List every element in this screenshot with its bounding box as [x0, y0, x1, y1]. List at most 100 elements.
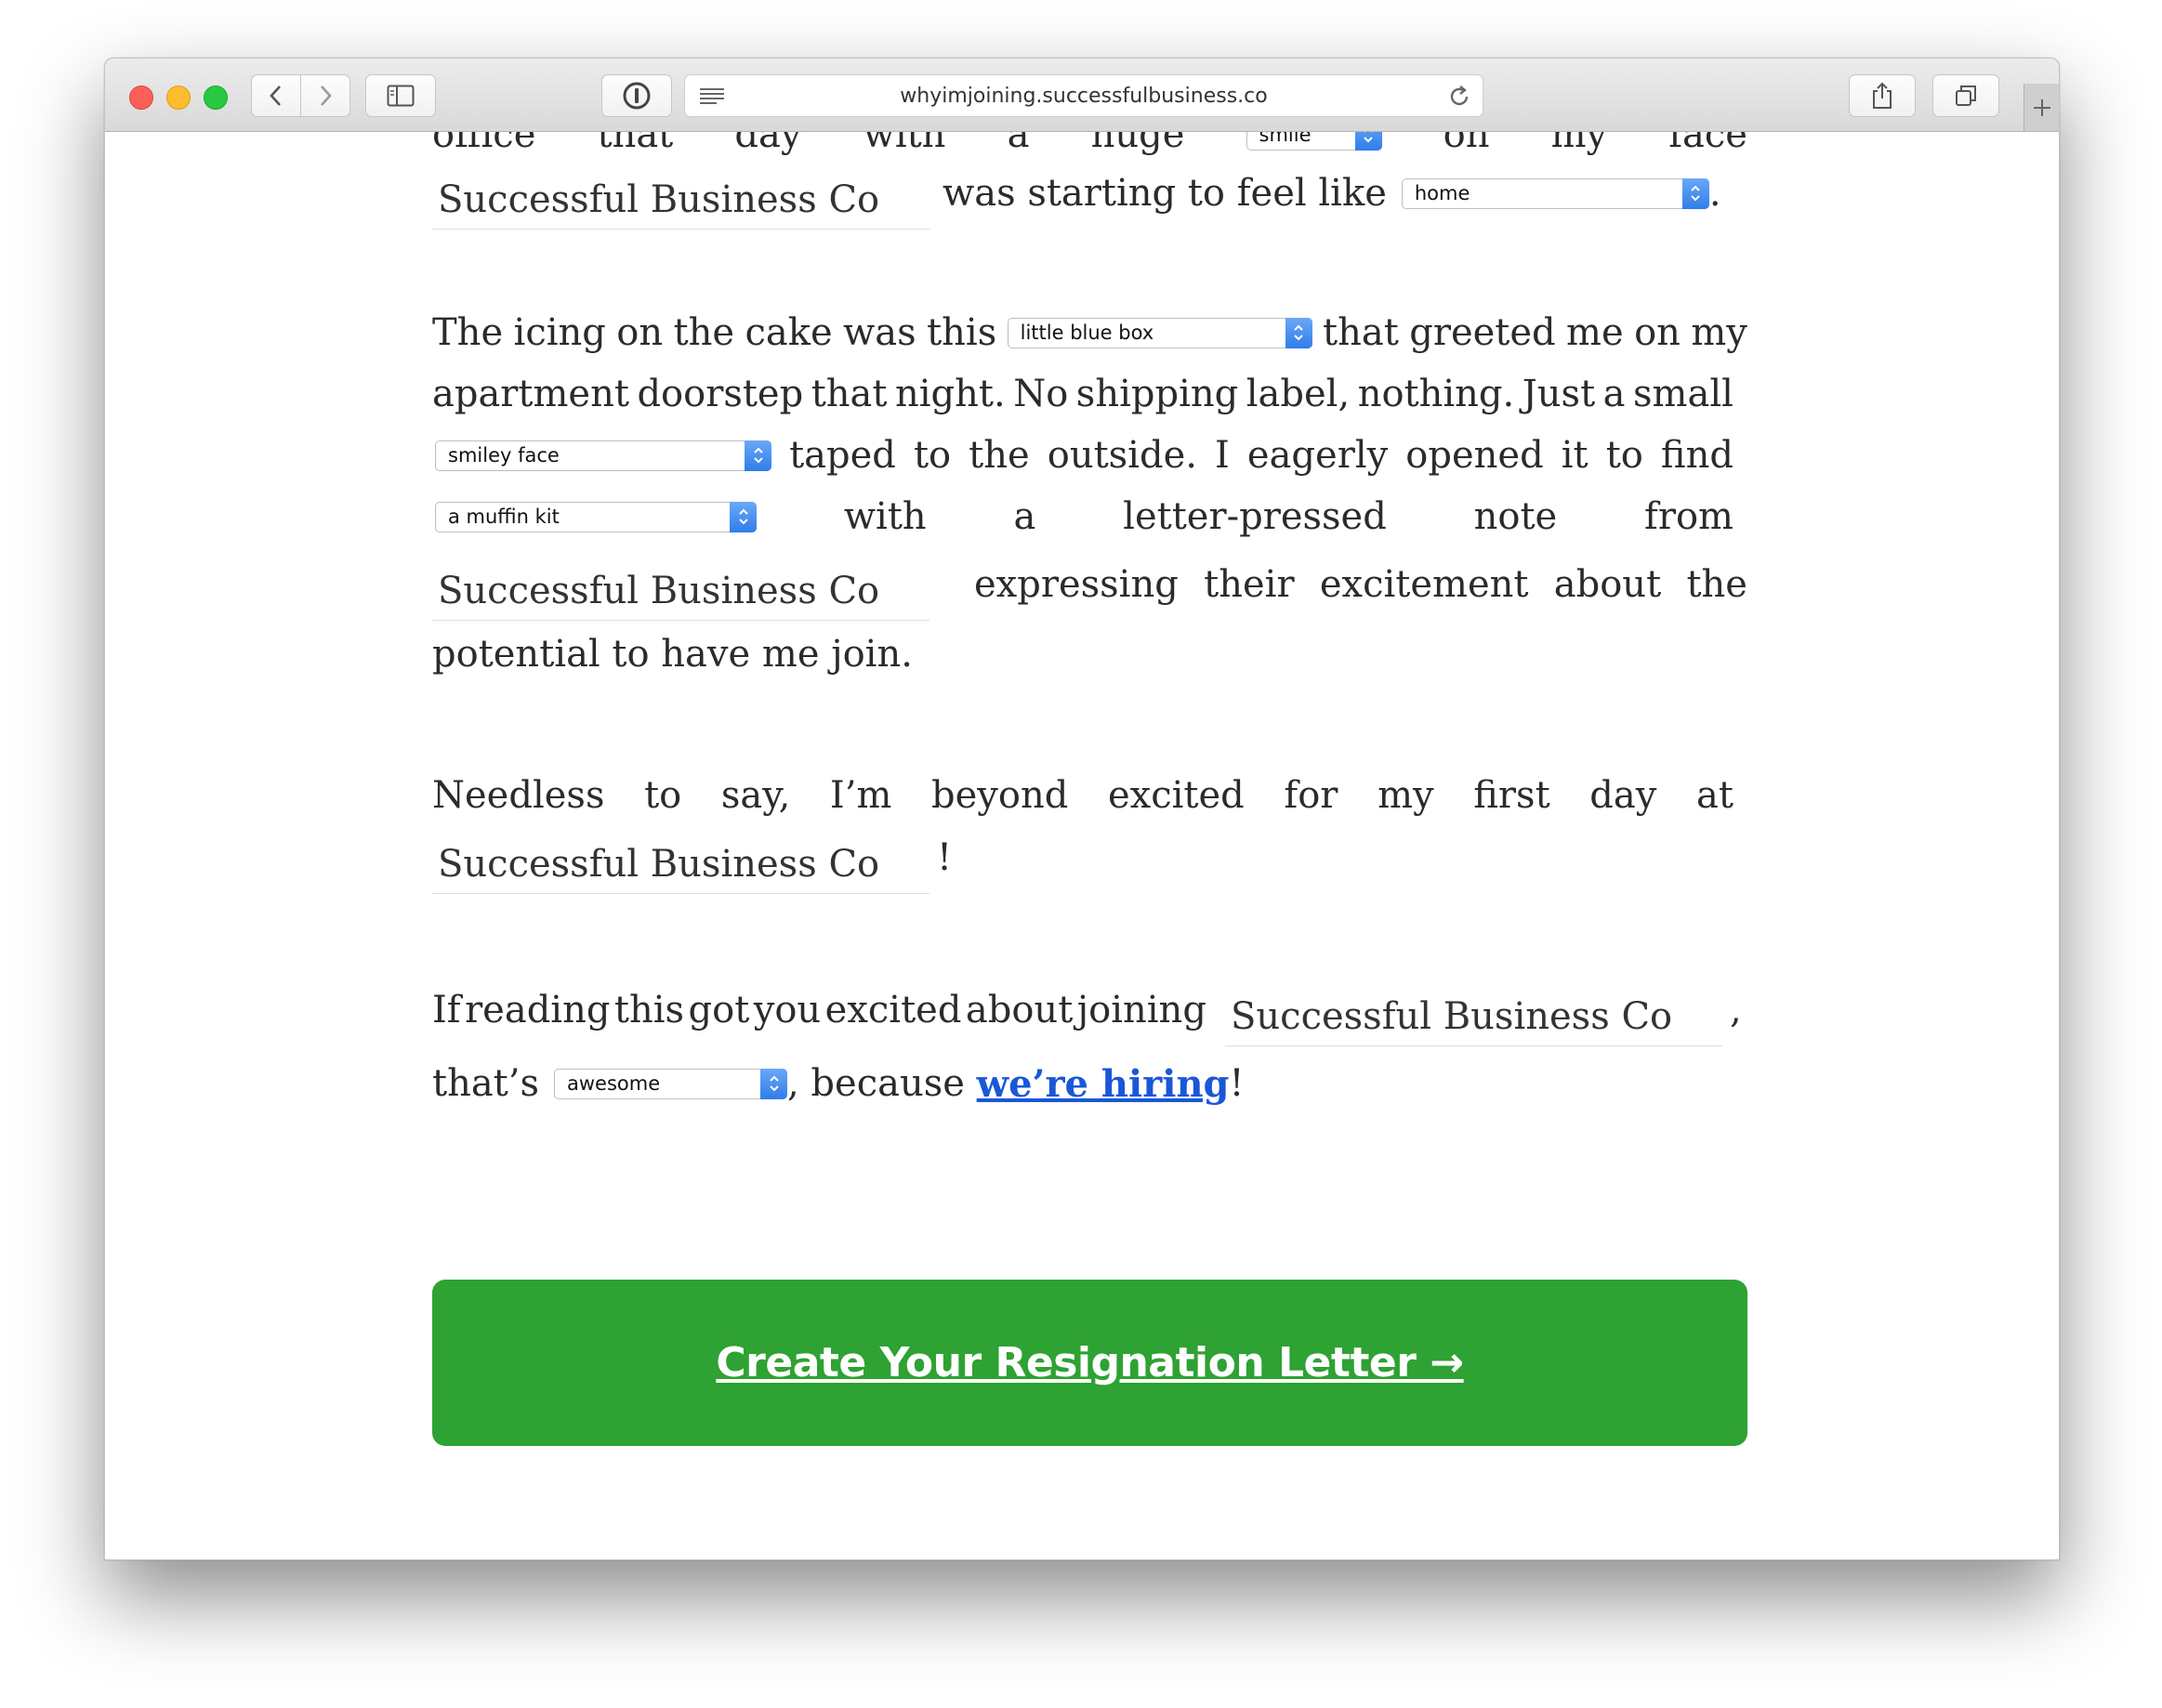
text-word: that: [597, 132, 674, 156]
select-value: little blue box: [1020, 321, 1154, 344]
cta-label: Create Your Resignation Letter →: [716, 1339, 1464, 1386]
select-arrows-icon: [760, 1068, 787, 1099]
text-word: beyond: [931, 774, 1069, 817]
company-name-input[interactable]: Successful Business Co: [432, 178, 929, 230]
create-resignation-letter-button[interactable]: Create Your Resignation Letter →: [432, 1280, 1747, 1446]
select-value: smiley face: [448, 443, 560, 466]
text-word: to: [913, 434, 952, 477]
text-word: label,: [1246, 373, 1351, 415]
text-word: on: [1443, 132, 1490, 156]
text-word: a: [1007, 132, 1030, 156]
text-word: expressing: [974, 563, 1179, 606]
feeling-select[interactable]: home: [1401, 177, 1709, 209]
text-word: excited: [824, 989, 962, 1031]
1password-icon: [623, 82, 651, 110]
text-word: with: [863, 132, 946, 156]
paragraph1-line2: Successful Business Co was starting to f…: [432, 164, 1747, 230]
text-word: reading: [465, 989, 611, 1031]
url-text: whyimjoining.successfulbusiness.co: [900, 85, 1268, 108]
text-word: day: [1589, 774, 1657, 817]
tabs-icon: [1956, 85, 1976, 106]
text-fragment: was starting to feel like: [943, 172, 1387, 215]
company-name-input[interactable]: Successful Business Co: [1225, 995, 1722, 1046]
text-word: was: [843, 311, 916, 354]
text-word: doorstep: [637, 373, 804, 415]
share-button[interactable]: [1849, 74, 1916, 117]
select-arrows-icon: [1354, 132, 1382, 151]
text-word: huge: [1090, 132, 1185, 156]
text-word: on: [1634, 311, 1681, 354]
back-button[interactable]: [251, 74, 301, 117]
text-word: the: [969, 434, 1030, 477]
text-word: the: [673, 311, 735, 354]
text-word: my: [1378, 774, 1434, 817]
address-bar[interactable]: whyimjoining.successfulbusiness.co: [684, 74, 1483, 117]
text-word: eagerly: [1246, 434, 1389, 477]
paragraph4-line2: that’s awesome , because we’re hiring !: [432, 1054, 1747, 1113]
plus-icon: [2034, 99, 2050, 116]
text-word: Needless: [432, 774, 605, 817]
text-word: that: [1323, 311, 1399, 354]
text-word: opened: [1405, 434, 1544, 477]
text-word: joining: [1076, 989, 1206, 1031]
text-word: it: [1561, 434, 1589, 477]
text-word: outside.: [1047, 434, 1197, 477]
text-word: that: [811, 373, 888, 415]
text-word: to: [644, 774, 682, 817]
tab-overview-button[interactable]: [1932, 74, 1999, 117]
text-word: about: [965, 989, 1074, 1031]
text-word: my: [1691, 311, 1747, 354]
reaction-adjective-select[interactable]: awesome: [554, 1068, 787, 1099]
sidebar-button[interactable]: [365, 74, 436, 117]
password-manager-button[interactable]: [601, 74, 672, 117]
sidebar-icon: [387, 85, 415, 107]
text-word: my: [1550, 132, 1608, 156]
decoration-select[interactable]: smiley face: [435, 440, 771, 471]
text-word: icing: [513, 311, 606, 354]
minimize-window-button[interactable]: [166, 85, 191, 110]
text-word: Just: [1522, 373, 1596, 415]
text-word: a: [1602, 373, 1626, 415]
zoom-window-button[interactable]: [204, 85, 228, 110]
select-value: awesome: [567, 1071, 661, 1095]
text-fragment: ,: [1730, 989, 1742, 1031]
gift-select[interactable]: little blue box: [1007, 317, 1312, 348]
text-word: you: [753, 989, 822, 1031]
text-word: on: [616, 311, 664, 354]
company-name-input[interactable]: Successful Business Co: [432, 843, 929, 894]
paragraph2-line5-words: expressing their excitement about the: [974, 563, 1747, 606]
share-icon: [1873, 82, 1892, 109]
paragraph3-line1: Needless to say, I’m beyond excited for …: [432, 766, 1734, 825]
paragraph2-line6: potential to have me join.: [432, 633, 913, 676]
text-word: their: [1204, 563, 1295, 606]
text-word: night.: [894, 373, 1006, 415]
paragraph2-line5: Successful Business Co expressing their …: [432, 552, 1747, 621]
company-name-input[interactable]: Successful Business Co: [432, 570, 929, 621]
browser-toolbar: whyimjoining.successfulbusiness.co: [105, 59, 2059, 132]
text-fragment: !: [1229, 1062, 1245, 1105]
text-word: If: [432, 989, 461, 1031]
hiring-link[interactable]: we’re hiring: [977, 1062, 1230, 1106]
contents-select[interactable]: a muffin kit: [435, 501, 757, 532]
text-word: I’m: [829, 774, 892, 817]
text-word: got: [688, 989, 750, 1031]
paragraph2-line1: The icing on the cake was this little bl…: [432, 303, 1747, 362]
paragraph2-line3: smiley face taped to the outside. I eage…: [432, 426, 1734, 485]
text-word: apartment: [432, 373, 629, 415]
text-word: No: [1013, 373, 1069, 415]
text-fragment: !: [937, 836, 953, 879]
select-arrows-icon: [730, 501, 757, 532]
text-word: to: [1605, 434, 1643, 477]
text-word: note: [1473, 495, 1558, 538]
close-window-button[interactable]: [129, 85, 153, 110]
text-word: first: [1473, 774, 1550, 817]
select-value: a muffin kit: [448, 505, 560, 528]
reaction-select[interactable]: smile: [1246, 132, 1382, 151]
reload-icon[interactable]: [1447, 85, 1471, 109]
text-word: find: [1660, 434, 1734, 477]
new-tab-button[interactable]: [2024, 84, 2059, 131]
text-word: about: [1553, 563, 1662, 606]
text-word: at: [1695, 774, 1734, 817]
paragraph1-partial-line: office that day with a huge smile on my …: [432, 132, 1747, 158]
forward-button[interactable]: [300, 74, 350, 117]
